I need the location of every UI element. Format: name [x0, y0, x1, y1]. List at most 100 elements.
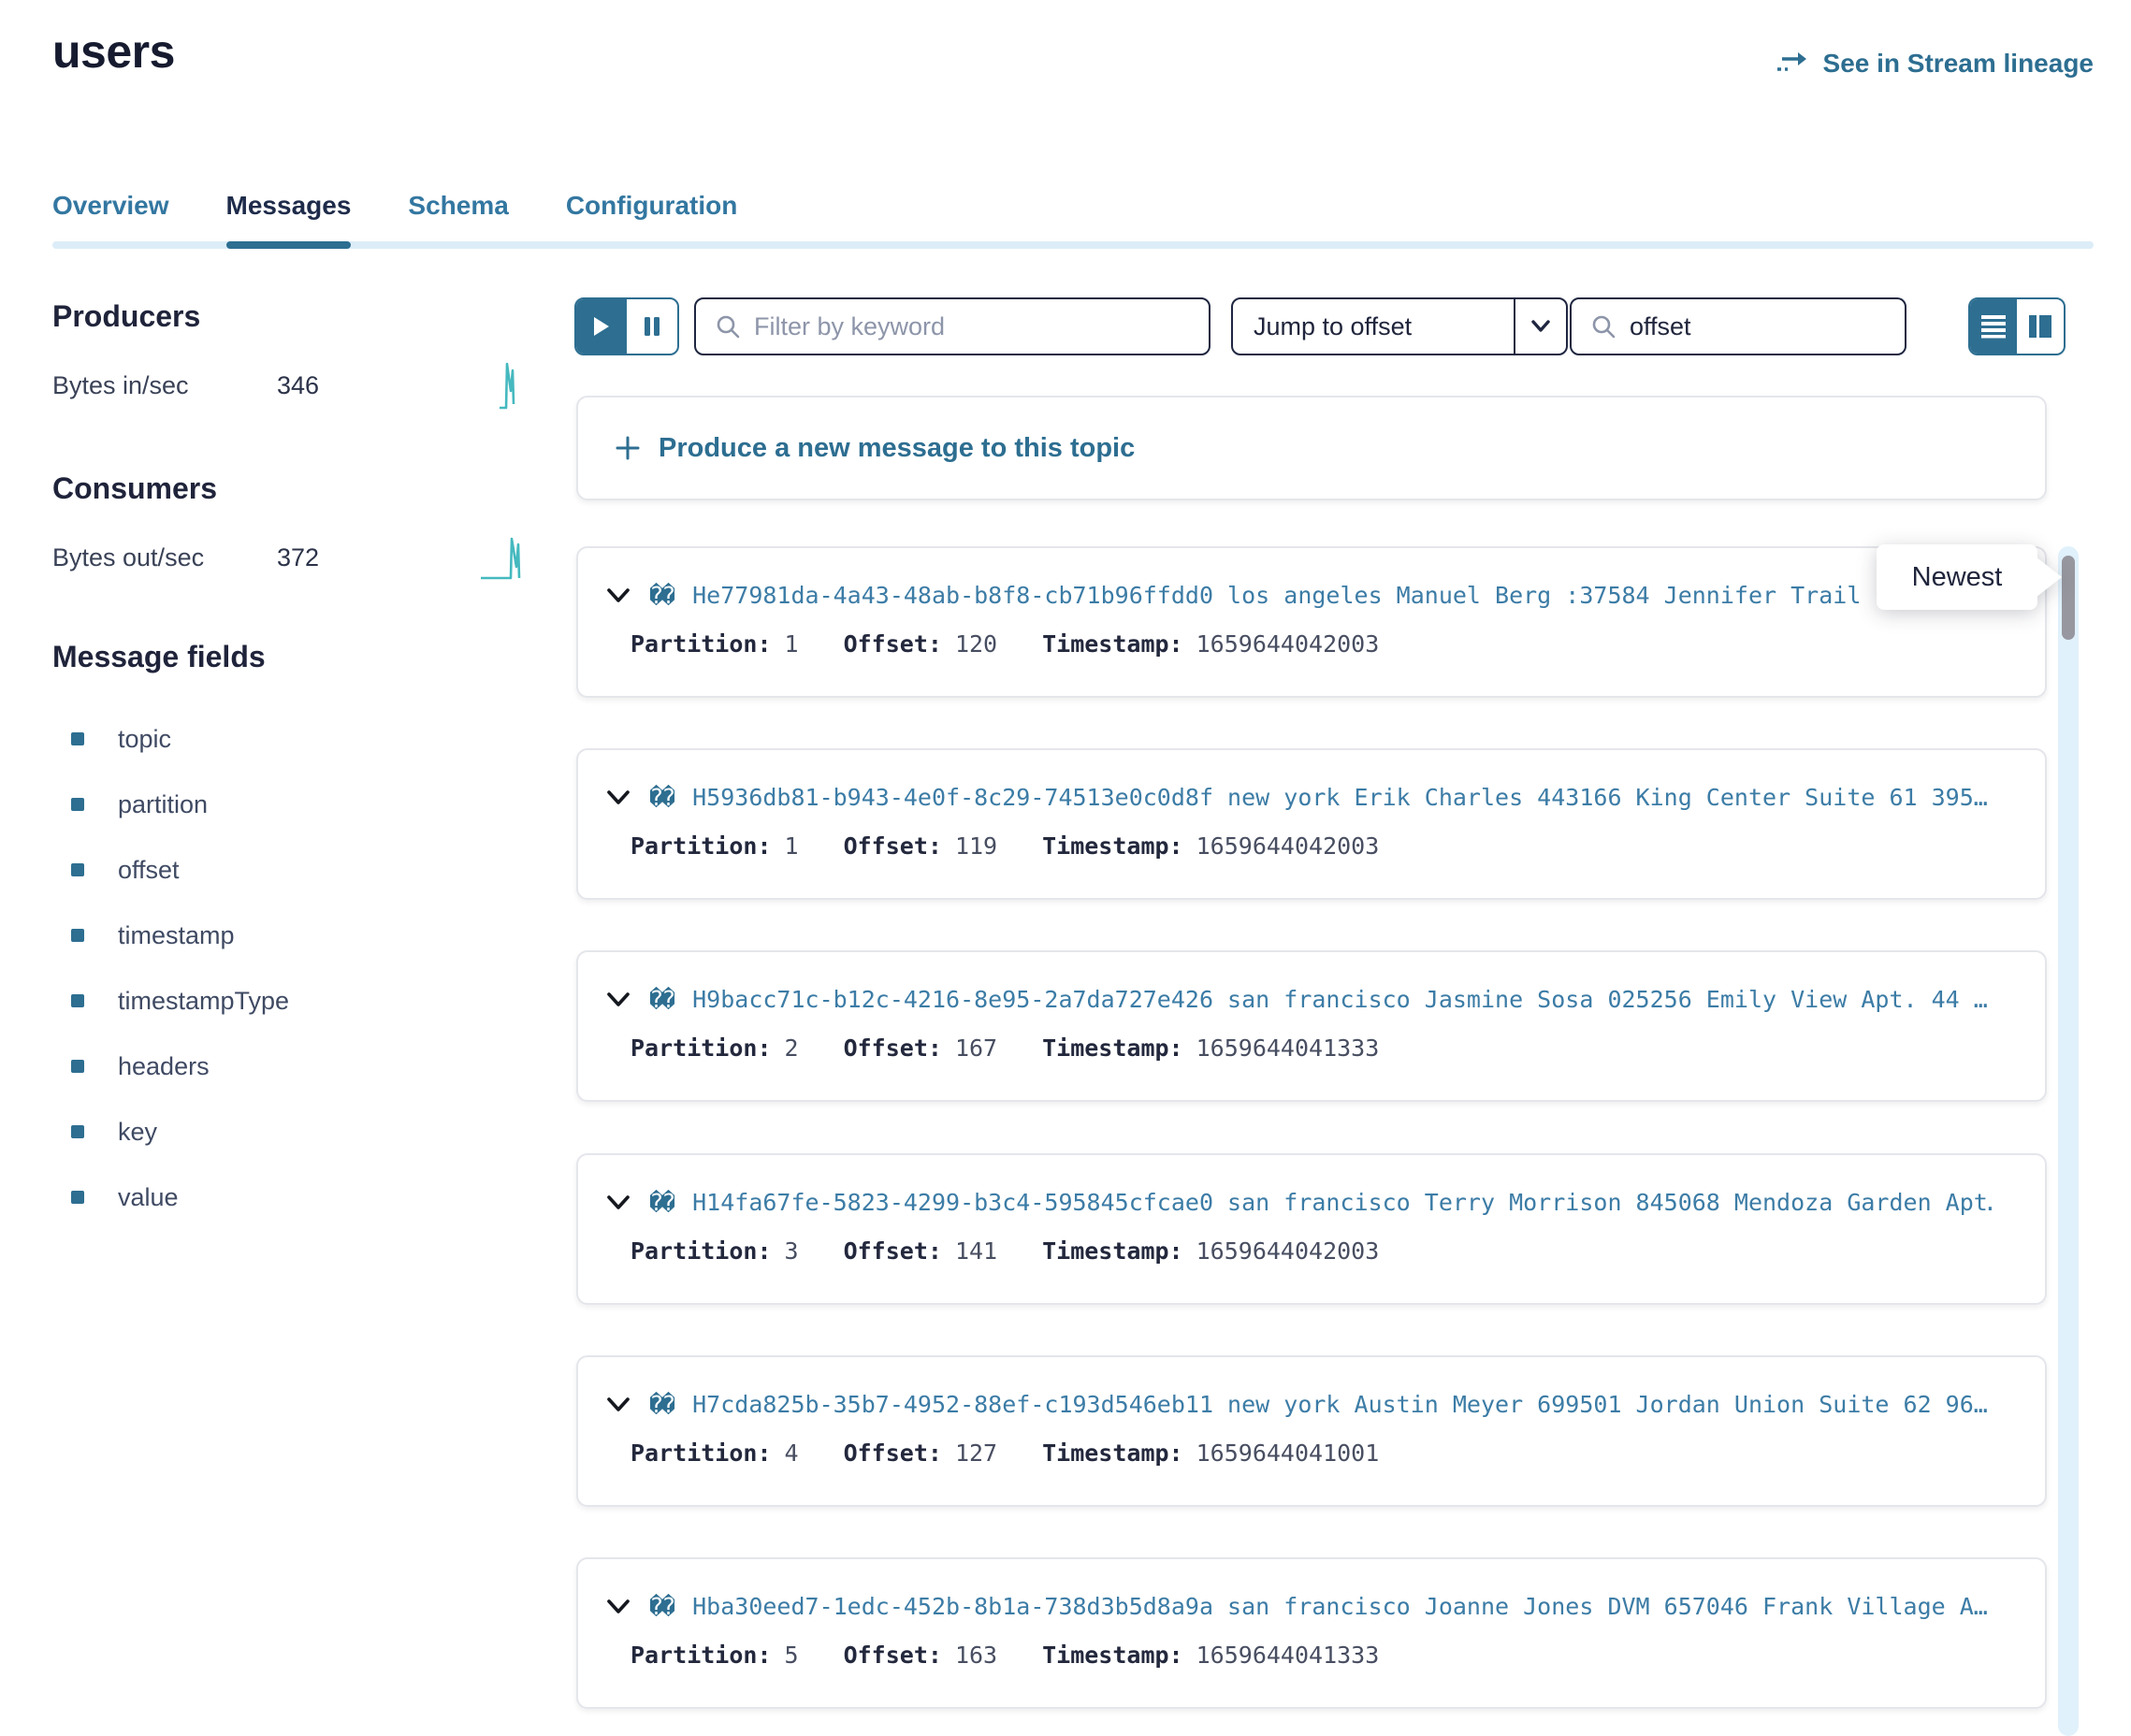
message-key-text[interactable]: H14fa67fe-5823-4299-b3c4-595845cfcae0 sa…: [692, 1189, 1993, 1216]
chevron-down-icon[interactable]: [606, 1397, 631, 1412]
stream-lineage-link[interactable]: See in Stream lineage: [1775, 49, 2094, 79]
bytes-in-sparkline: [494, 359, 526, 412]
partition-value: 2: [785, 1034, 799, 1062]
replacement-glyphs: ��: [649, 582, 674, 609]
offset-value: 141: [955, 1237, 997, 1265]
timestamp-value: 1659644042003: [1196, 832, 1380, 860]
field-item-partition[interactable]: partition: [52, 788, 526, 821]
replacement-glyphs: ��: [649, 1189, 674, 1216]
message-meta: Partition: 5 Offset: 163 Timestamp: 1659…: [631, 1642, 1379, 1669]
tab-schema[interactable]: Schema: [408, 183, 508, 249]
square-bullet-icon: [71, 1060, 84, 1073]
square-bullet-icon: [71, 929, 84, 942]
timestamp-label: Timestamp:: [1042, 630, 1183, 658]
partition-label: Partition:: [631, 630, 772, 658]
message-key-text[interactable]: H9bacc71c-b12c-4216-8e95-2a7da727e426 sa…: [692, 986, 1988, 1013]
field-item-headers[interactable]: headers: [52, 1049, 526, 1083]
offset-pair: Offset: 163: [844, 1642, 998, 1669]
view-mode-toggle: [1968, 297, 2066, 355]
offset-value: 120: [955, 630, 997, 658]
message-key-text[interactable]: H7cda825b-35b7-4952-88ef-c193d546eb11 ne…: [692, 1391, 1988, 1418]
tab-overview[interactable]: Overview: [52, 183, 169, 249]
message-fields-heading: Message fields: [52, 638, 526, 675]
field-item-offset[interactable]: offset: [52, 853, 526, 887]
offset-pair: Offset: 120: [844, 630, 998, 658]
tooltip-arrow-right-icon: [2036, 557, 2062, 598]
bytes-out-row: Bytes out/sec 372: [52, 531, 526, 584]
partition-label: Partition:: [631, 832, 772, 860]
jump-to-offset-select[interactable]: Jump to offset: [1231, 297, 1568, 355]
timestamp-pair: Timestamp: 1659644041333: [1042, 1642, 1379, 1669]
partition-value: 1: [785, 630, 799, 658]
tab-messages[interactable]: Messages: [226, 183, 352, 249]
offset-value: 163: [955, 1642, 997, 1669]
message-meta: Partition: 4 Offset: 127 Timestamp: 1659…: [631, 1439, 1379, 1467]
partition-pair: Partition: 3: [631, 1237, 799, 1265]
partition-pair: Partition: 1: [631, 832, 799, 860]
timestamp-label: Timestamp:: [1042, 1237, 1183, 1265]
chevron-down-icon[interactable]: [606, 790, 631, 805]
offset-pair: Offset: 127: [844, 1439, 998, 1467]
message-fields-list: topic partition offset timestamp timesta…: [52, 722, 526, 1214]
tab-configuration[interactable]: Configuration: [566, 183, 738, 249]
chevron-down-icon[interactable]: [606, 588, 631, 603]
square-bullet-icon: [71, 732, 84, 745]
messages-scrollbar-track[interactable]: [2058, 546, 2079, 1736]
field-item-timestamp[interactable]: timestamp: [52, 919, 526, 952]
square-bullet-icon: [71, 863, 84, 876]
message-row[interactable]: �� Hba30eed7-1edc-452b-8b1a-738d3b5d8a9a…: [576, 1557, 2047, 1709]
partition-label: Partition:: [631, 1642, 772, 1669]
partition-value: 3: [785, 1237, 799, 1265]
bytes-out-sparkline: [479, 531, 526, 584]
timestamp-label: Timestamp:: [1042, 1034, 1183, 1062]
message-row[interactable]: �� H5936db81-b943-4e0f-8c29-74513e0c0d8f…: [576, 748, 2047, 900]
timestamp-value: 1659644042003: [1196, 630, 1380, 658]
field-item-value[interactable]: value: [52, 1180, 526, 1214]
pause-button[interactable]: [627, 299, 677, 354]
chevron-down-icon[interactable]: [1514, 299, 1566, 354]
bytes-in-row: Bytes in/sec 346: [52, 359, 526, 412]
message-row[interactable]: �� H14fa67fe-5823-4299-b3c4-595845cfcae0…: [576, 1153, 2047, 1305]
bytes-out-value: 372: [277, 541, 389, 574]
timestamp-pair: Timestamp: 1659644041333: [1042, 1034, 1379, 1062]
stream-lineage-label: See in Stream lineage: [1823, 49, 2094, 79]
offset-label: Offset:: [844, 630, 942, 658]
field-item-timestampType[interactable]: timestampType: [52, 984, 526, 1018]
partition-label: Partition:: [631, 1439, 772, 1467]
replacement-glyphs: ��: [649, 986, 674, 1013]
timestamp-pair: Timestamp: 1659644042003: [1042, 1237, 1379, 1265]
play-button[interactable]: [576, 299, 627, 354]
field-item-topic[interactable]: topic: [52, 722, 526, 756]
list-view-button[interactable]: [1970, 299, 2017, 354]
jump-to-offset-value: Jump to offset: [1233, 299, 1514, 354]
field-item-key[interactable]: key: [52, 1115, 526, 1149]
search-icon: [1590, 313, 1616, 340]
message-row[interactable]: �� He77981da-4a43-48ab-b8f8-cb71b96ffdd0…: [576, 546, 2047, 698]
message-row[interactable]: �� H7cda825b-35b7-4952-88ef-c193d546eb11…: [576, 1355, 2047, 1507]
message-key-text[interactable]: He77981da-4a43-48ab-b8f8-cb71b96ffdd0 lo…: [692, 582, 1889, 609]
filter-placeholder: Filter by keyword: [754, 312, 945, 341]
search-icon: [715, 313, 741, 340]
message-row[interactable]: �� H9bacc71c-b12c-4216-8e95-2a7da727e426…: [576, 950, 2047, 1102]
newest-tooltip: Newest: [1877, 544, 2037, 610]
chevron-down-icon[interactable]: [606, 992, 631, 1007]
partition-pair: Partition: 1: [631, 630, 799, 658]
bytes-out-label: Bytes out/sec: [52, 541, 277, 574]
filter-keyword-input[interactable]: Filter by keyword: [694, 297, 1210, 355]
message-meta: Partition: 1 Offset: 119 Timestamp: 1659…: [631, 832, 1379, 860]
offset-search-input[interactable]: offset: [1570, 297, 1906, 355]
offset-label: Offset:: [844, 1439, 942, 1467]
message-key-text[interactable]: H5936db81-b943-4e0f-8c29-74513e0c0d8f ne…: [692, 784, 1988, 811]
offset-pair: Offset: 119: [844, 832, 998, 860]
messages-scrollbar-thumb[interactable]: [2062, 556, 2075, 640]
message-key-text[interactable]: Hba30eed7-1edc-452b-8b1a-738d3b5d8a9a sa…: [692, 1593, 1988, 1620]
offset-value: 127: [955, 1439, 997, 1467]
produce-message-button[interactable]: Produce a new message to this topic: [576, 396, 2047, 500]
column-view-button[interactable]: [2017, 299, 2064, 354]
timestamp-value: 1659644041333: [1196, 1034, 1380, 1062]
chevron-down-icon[interactable]: [606, 1195, 631, 1210]
timestamp-value: 1659644041001: [1196, 1439, 1380, 1467]
chevron-down-icon[interactable]: [606, 1599, 631, 1614]
list-view-icon: [1980, 314, 2007, 339]
tab-bar: Overview Messages Schema Configuration: [52, 183, 2094, 249]
